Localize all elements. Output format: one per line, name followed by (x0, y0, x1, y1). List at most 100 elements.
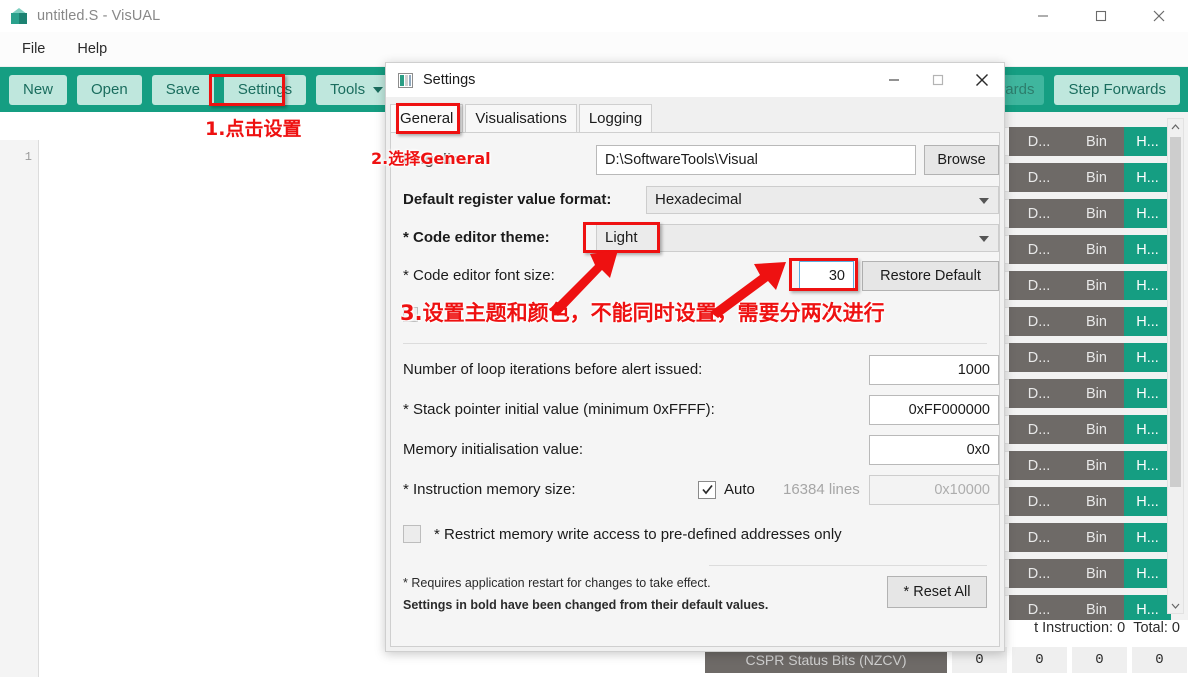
register-hex-button[interactable]: H... (1124, 343, 1171, 372)
register-dec-button[interactable]: D... (1009, 163, 1069, 192)
working-dir-input[interactable]: D:\SoftwareTools\Visual (596, 144, 916, 175)
register-dec-button[interactable]: D... (1009, 199, 1069, 228)
register-bin-button[interactable]: Bin (1069, 127, 1124, 156)
register-hex-button[interactable]: H... (1124, 271, 1171, 300)
register-bin-button[interactable]: Bin (1069, 379, 1124, 408)
register-dec-button[interactable]: D... (1009, 487, 1069, 516)
register-scrollbar[interactable] (1167, 118, 1184, 614)
register-hex-button[interactable]: H... (1124, 199, 1171, 228)
restrict-memory-checkbox[interactable] (403, 525, 421, 543)
register-row: D... Bin H... (1001, 196, 1171, 231)
register-format-buttons: D... Bin H... (1009, 163, 1171, 192)
register-hex-button[interactable]: H... (1124, 307, 1171, 336)
register-hex-button[interactable]: H... (1124, 379, 1171, 408)
total-value: 0 (1171, 620, 1180, 636)
register-hex-button[interactable]: H... (1124, 523, 1171, 552)
stack-pointer-label: * Stack pointer initial value (minimum 0… (403, 401, 715, 418)
restore-default-button[interactable]: Restore Default (862, 260, 999, 291)
reset-all-button[interactable]: * Reset All (887, 576, 987, 608)
register-dec-button[interactable]: D... (1009, 343, 1069, 372)
register-hex-button[interactable]: H... (1124, 451, 1171, 480)
maximize-icon[interactable] (1072, 0, 1130, 32)
line-number: 1 (24, 150, 32, 164)
dialog-close-icon[interactable] (960, 63, 1004, 97)
close-icon[interactable] (1130, 0, 1188, 32)
open-button[interactable]: Open (77, 74, 142, 105)
register-format-buttons: D... Bin H... (1009, 271, 1171, 300)
settings-button[interactable]: Settings (223, 74, 307, 105)
tab-general[interactable]: General (390, 104, 464, 132)
scrollbar-thumb[interactable] (1170, 137, 1181, 487)
annotation-text-step1: 1.点击设置 (205, 118, 302, 140)
instruction-memory-label: * Instruction memory size: (403, 481, 576, 498)
toolbar-right-group: wards Step Forwards (984, 67, 1188, 112)
register-bin-button[interactable]: Bin (1069, 595, 1124, 620)
register-bin-button[interactable]: Bin (1069, 271, 1124, 300)
register-rows: D... Bin H... D... Bin H... D... Bin H... D... Bin… (1001, 124, 1171, 620)
register-hex-button[interactable]: H... (1124, 595, 1171, 620)
chevron-down-icon[interactable] (1168, 598, 1183, 613)
register-dec-button[interactable]: D... (1009, 595, 1069, 620)
restrict-memory-label: * Restrict memory write access to pre-de… (434, 525, 842, 543)
register-bin-button[interactable]: Bin (1069, 235, 1124, 264)
menu-file[interactable]: File (10, 37, 57, 61)
register-dec-button[interactable]: D... (1009, 307, 1069, 336)
register-dec-button[interactable]: D... (1009, 559, 1069, 588)
register-format-buttons: D... Bin H... (1009, 415, 1171, 444)
tab-visualisations[interactable]: Visualisations (465, 104, 577, 132)
chevron-up-icon[interactable] (1168, 119, 1183, 134)
dialog-maximize-icon[interactable] (916, 63, 960, 97)
instruction-memory-input[interactable]: 0x10000 (869, 474, 999, 505)
loop-iterations-input[interactable]: 1000 (869, 354, 999, 385)
register-dec-button[interactable]: D... (1009, 271, 1069, 300)
register-bin-button[interactable]: Bin (1069, 523, 1124, 552)
menu-help[interactable]: Help (65, 37, 119, 61)
register-row: D... Bin H... (1001, 484, 1171, 519)
footer-divider (709, 565, 987, 566)
register-bin-button[interactable]: Bin (1069, 487, 1124, 516)
register-format-select[interactable]: Hexadecimal (646, 185, 999, 214)
new-button[interactable]: New (9, 74, 68, 105)
register-format-buttons: D... Bin H... (1009, 127, 1171, 156)
register-bin-button[interactable]: Bin (1069, 307, 1124, 336)
register-dec-button[interactable]: D... (1009, 127, 1069, 156)
editor-theme-label: * Code editor theme: (403, 229, 550, 246)
register-dec-button[interactable]: D... (1009, 415, 1069, 444)
tab-logging[interactable]: Logging (578, 104, 653, 132)
register-bin-button[interactable]: Bin (1069, 451, 1124, 480)
register-bin-button[interactable]: Bin (1069, 163, 1124, 192)
step-forwards-button[interactable]: Step Forwards (1054, 74, 1180, 105)
memory-init-input[interactable]: 0x0 (869, 434, 999, 465)
register-dec-button[interactable]: D... (1009, 523, 1069, 552)
restart-note: * Requires application restart for chang… (403, 576, 711, 590)
auto-checkbox[interactable] (698, 480, 716, 499)
register-bin-button[interactable]: Bin (1069, 199, 1124, 228)
cspr-value-c: 0 (1072, 647, 1127, 673)
editor-theme-select[interactable]: Light (596, 223, 999, 252)
save-button[interactable]: Save (151, 74, 214, 105)
register-dec-button[interactable]: D... (1009, 379, 1069, 408)
register-hex-button[interactable]: H... (1124, 127, 1171, 156)
register-hex-button[interactable]: H... (1124, 163, 1171, 192)
register-bin-button[interactable]: Bin (1069, 415, 1124, 444)
register-hex-button[interactable]: H... (1124, 415, 1171, 444)
register-hex-button[interactable]: H... (1124, 235, 1171, 264)
register-bin-button[interactable]: Bin (1069, 343, 1124, 372)
editor-gutter: 1 (0, 140, 39, 677)
auto-label: Auto (724, 481, 755, 498)
register-hex-button[interactable]: H... (1124, 487, 1171, 516)
memory-init-label: Memory initialisation value: (403, 441, 584, 458)
editor-font-size-input[interactable]: 30 (799, 260, 854, 291)
minimize-icon[interactable] (1014, 0, 1072, 32)
register-hex-button[interactable]: H... (1124, 559, 1171, 588)
register-row: D... Bin H... (1001, 592, 1171, 620)
total-label: Total: (1133, 620, 1168, 636)
register-dec-button[interactable]: D... (1009, 235, 1069, 264)
register-dec-button[interactable]: D... (1009, 451, 1069, 480)
register-row: D... Bin H... (1001, 232, 1171, 267)
register-bin-button[interactable]: Bin (1069, 559, 1124, 588)
stack-pointer-input[interactable]: 0xFF000000 (869, 394, 999, 425)
browse-button[interactable]: Browse (924, 144, 999, 175)
window-controls (1014, 0, 1188, 32)
dialog-minimize-icon[interactable] (872, 63, 916, 97)
